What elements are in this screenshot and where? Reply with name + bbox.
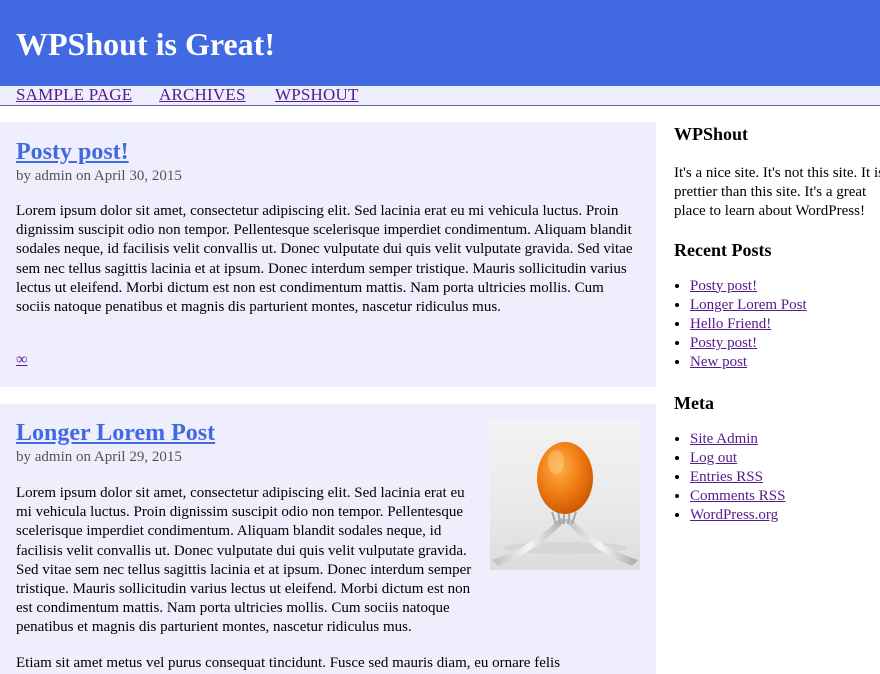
- post-byline: by admin on April 29, 2015: [16, 449, 182, 465]
- recent-post-link[interactable]: Posty post!: [690, 335, 757, 351]
- main-nav: SAMPLE PAGE ARCHIVES WPSHOUT: [0, 86, 880, 106]
- list-item: Hello Friend!: [690, 315, 880, 334]
- egg-on-forks-image: [492, 442, 638, 566]
- post-card: Longer Lorem Post by admin on April 29, …: [0, 404, 656, 674]
- post-title-link[interactable]: Posty post!: [16, 139, 129, 165]
- nav-item-sample-page[interactable]: SAMPLE PAGE: [16, 86, 132, 104]
- list-item: Comments RSS: [690, 487, 880, 506]
- about-text: It's a nice site. It's not this site. It…: [674, 165, 880, 220]
- list-item: WordPress.org: [690, 506, 880, 525]
- nav-item-wpshout[interactable]: WPSHOUT: [275, 86, 359, 104]
- list-item: Posty post!: [690, 334, 880, 353]
- list-item: Site Admin: [690, 430, 880, 449]
- recent-post-link[interactable]: New post: [690, 354, 747, 370]
- meta-link-log-out[interactable]: Log out: [690, 450, 737, 466]
- list-item: Log out: [690, 449, 880, 468]
- widget-title-about: WPShout: [674, 124, 749, 144]
- site-header: WPShout is Great!: [0, 0, 880, 86]
- recent-post-link[interactable]: Hello Friend!: [690, 316, 771, 332]
- post-excerpt: Lorem ipsum dolor sit amet, consectetur …: [16, 485, 472, 636]
- list-item: New post: [690, 353, 880, 372]
- permalink-link[interactable]: ∞: [16, 351, 27, 369]
- widget-title-meta: Meta: [674, 392, 714, 413]
- meta-link-comments-rss[interactable]: Comments RSS: [690, 488, 785, 504]
- recent-post-link[interactable]: Longer Lorem Post: [690, 297, 807, 313]
- meta-link-wordpress-org[interactable]: WordPress.org: [690, 507, 778, 523]
- recent-posts-list: Posty post! Longer Lorem Post Hello Frie…: [674, 277, 880, 373]
- meta-link-entries-rss[interactable]: Entries RSS: [690, 469, 763, 485]
- post-title: Posty post!: [16, 137, 129, 167]
- meta-link-site-admin[interactable]: Site Admin: [690, 431, 758, 447]
- post-byline: by admin on April 30, 2015: [16, 168, 182, 184]
- post-excerpt-more: Etiam sit amet metus vel purus consequat…: [16, 655, 561, 671]
- widget-title-recent-posts: Recent Posts: [674, 239, 772, 260]
- post-title-link[interactable]: Longer Lorem Post: [16, 420, 215, 446]
- list-item: Longer Lorem Post: [690, 296, 880, 315]
- sidebar: WPShout It's a nice site. It's not this …: [674, 122, 880, 526]
- site-title[interactable]: WPShout is Great!: [16, 24, 275, 64]
- list-item: Posty post!: [690, 277, 880, 296]
- meta-list: Site Admin Log out Entries RSS Comments …: [674, 430, 880, 526]
- recent-post-link[interactable]: Posty post!: [690, 278, 757, 294]
- post-excerpt: Lorem ipsum dolor sit amet, consectetur …: [16, 203, 633, 316]
- post-card: Posty post! by admin on April 30, 2015 L…: [0, 122, 656, 387]
- nav-item-archives[interactable]: ARCHIVES: [159, 86, 246, 104]
- post-thumbnail-image[interactable]: [490, 420, 640, 570]
- post-title: Longer Lorem Post: [16, 418, 215, 448]
- list-item: Entries RSS: [690, 468, 880, 487]
